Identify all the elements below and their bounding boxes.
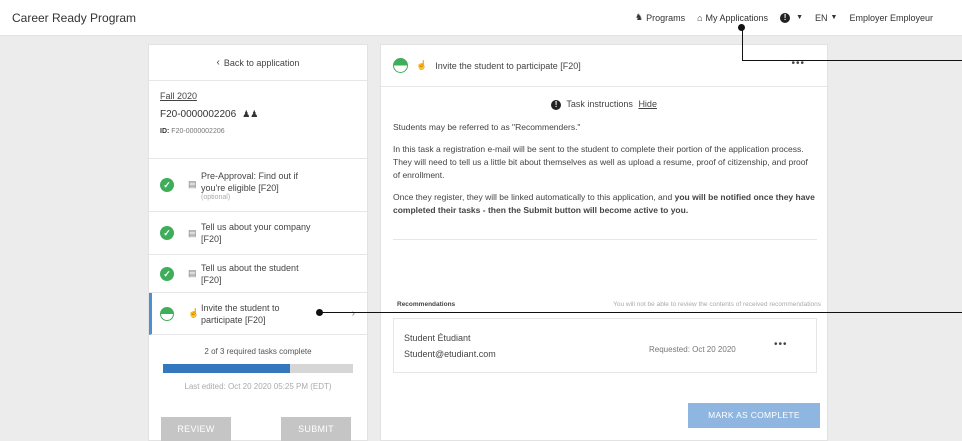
nav-my-applications[interactable]: ⌂ My Applications <box>697 13 768 23</box>
task-label: you're eligible [F20] <box>201 182 279 193</box>
task-item-pre-approval[interactable]: ✓ ▤ Pre-Approval: Find out if you're eli… <box>149 159 367 212</box>
check-icon: ✓ <box>160 266 174 281</box>
check-icon: ✓ <box>160 226 174 240</box>
callout-line <box>742 27 743 60</box>
task-item-company[interactable]: ✓ ▤ Tell us about your company [F20] <box>149 212 367 255</box>
home-icon: ⌂ <box>697 12 703 23</box>
nav-my-applications-label: My Applications <box>705 12 769 23</box>
task-item-student[interactable]: ✓ ▤ Tell us about the student [F20] <box>149 255 367 293</box>
help-menu[interactable]: ! ▼ <box>780 12 803 23</box>
task-header: ☝ Invite the student to participate [F20… <box>381 45 827 87</box>
task-label: Tell us about the student <box>201 262 299 273</box>
collaborators-icon[interactable]: ♟♟ <box>242 109 258 120</box>
info-icon: ! <box>551 100 562 110</box>
more-options-icon[interactable]: ••• <box>774 339 788 350</box>
instruction-text: Once they register, they will be linked … <box>393 192 675 202</box>
chevron-left-icon: ‹ <box>216 57 220 68</box>
task-label: participate [F20] <box>201 314 266 325</box>
task-label: Pre-Approval: Find out if <box>201 170 299 181</box>
task-optional-note: (optional) <box>201 193 231 201</box>
user-menu[interactable]: Employer Employeur <box>849 13 933 23</box>
progress-area: 2 of 3 required tasks complete Last edit… <box>149 335 367 391</box>
last-edited: Last edited: Oct 20 2020 05:25 PM (EDT) <box>184 382 332 391</box>
top-nav: ♞ Programs ⌂ My Applications ! ▼ EN ▼ Em… <box>635 12 945 23</box>
task-sidebar: ‹ Back to application Fall 2020 F20-0000… <box>148 44 368 441</box>
in-progress-icon <box>393 58 408 73</box>
recommendations-note: You will not be able to review the conte… <box>613 301 821 308</box>
progress-bar <box>163 364 353 373</box>
check-icon: ✓ <box>160 178 174 192</box>
instruction-paragraph: Once they register, they will be linked … <box>393 191 815 217</box>
back-to-application-link[interactable]: ‹ Back to application <box>149 45 367 81</box>
recommendations-label: Recommendations <box>397 301 456 308</box>
recommendations-header: Recommendations You will not be able to … <box>397 301 821 308</box>
callout-line <box>320 312 962 313</box>
application-number-text: F20-0000002206 <box>160 109 237 120</box>
instruction-paragraph: Students may be referred to as "Recommen… <box>393 122 581 132</box>
task-item-invite-student[interactable]: ☝ Invite the student to participate [F20… <box>149 293 367 335</box>
language-label: EN <box>815 12 828 23</box>
callout-dot <box>738 24 745 31</box>
mark-as-complete-button[interactable]: MARK AS COMPLETE <box>688 403 820 428</box>
task-label: [F20] <box>201 234 222 244</box>
task-detail-panel: ☝ Invite the student to participate [F20… <box>380 44 828 441</box>
info-icon: ! <box>780 12 791 23</box>
id-value: F20-0000002206 <box>171 128 225 135</box>
task-title: Invite the student to participate [F20] <box>435 60 581 71</box>
document-icon: ▤ <box>188 228 197 238</box>
application-number: F20-0000002206 ♟♟ <box>160 109 357 120</box>
application-id: ID: F20-0000002206 <box>160 128 357 135</box>
task-label: [F20] <box>201 274 222 285</box>
submit-button[interactable]: SUBMIT <box>281 417 351 441</box>
document-icon: ▤ <box>188 179 197 189</box>
brand-title[interactable]: Career Ready Program <box>12 11 136 25</box>
application-info: Fall 2020 F20-0000002206 ♟♟ ID: F20-0000… <box>149 81 367 159</box>
instructions-header: ! Task instructions Hide <box>381 99 827 110</box>
recommender-name: Student Étudiant <box>404 333 471 343</box>
chevron-right-icon: › <box>351 307 355 319</box>
requested-date: Requested: Oct 20 2020 <box>649 345 736 354</box>
top-bar: Career Ready Program ♞ Programs ⌂ My App… <box>0 0 962 36</box>
user-name: Employer Employeur <box>849 12 933 23</box>
chevron-down-icon: ▼ <box>796 14 803 21</box>
people-icon: ♞ <box>635 12 644 22</box>
chevron-down-icon: ▼ <box>830 14 838 21</box>
document-icon: ▤ <box>188 268 197 278</box>
progress-text: 2 of 3 required tasks complete <box>204 347 312 356</box>
divider <box>393 239 817 240</box>
callout-line <box>742 60 962 61</box>
callout-dot <box>316 309 323 316</box>
term-link[interactable]: Fall 2020 <box>160 91 357 101</box>
instructions-label: Task instructions <box>566 99 633 109</box>
nav-programs-label: Programs <box>646 12 686 23</box>
in-progress-icon <box>160 306 174 321</box>
recommender-email: Student@etudiant.com <box>404 349 496 359</box>
thumbs-up-icon: ☝ <box>188 308 200 318</box>
task-label: Tell us about your company <box>201 222 311 232</box>
id-label: ID: <box>160 128 170 135</box>
instruction-paragraph: In this task a registration e-mail will … <box>393 144 808 180</box>
language-menu[interactable]: EN ▼ <box>815 13 837 23</box>
back-label: Back to application <box>223 57 300 68</box>
nav-programs[interactable]: ♞ Programs <box>635 12 685 23</box>
hide-instructions-link[interactable]: Hide <box>638 99 657 109</box>
review-button[interactable]: REVIEW <box>161 417 231 441</box>
recommendation-card: Student Étudiant Student@etudiant.com Re… <box>393 318 817 373</box>
thumbs-up-icon: ☝ <box>416 60 428 70</box>
progress-bar-fill <box>163 364 290 373</box>
